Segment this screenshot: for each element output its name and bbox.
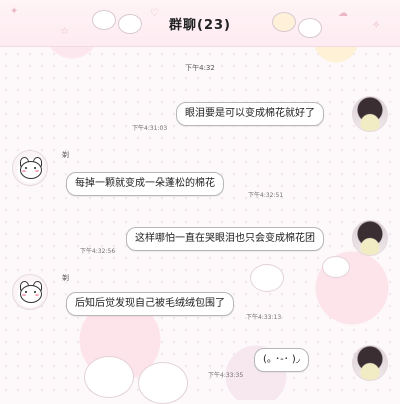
avatar-eye bbox=[25, 291, 27, 293]
sparkle-icon: ✧ bbox=[372, 20, 381, 31]
self-avatar[interactable] bbox=[352, 220, 388, 256]
message-timestamp: 下午4:33:35 bbox=[208, 372, 244, 379]
message-bubble[interactable]: 后知后觉发现自己被毛绒绒包围了 bbox=[66, 292, 234, 316]
self-avatar[interactable] bbox=[352, 96, 388, 132]
friend-avatar[interactable] bbox=[12, 150, 48, 186]
avatar-blush bbox=[35, 294, 39, 296]
avatar-eye bbox=[25, 167, 27, 169]
chat-header: ✦ ☆ ♡ 群聊(23) ☁ ✧ bbox=[0, 0, 400, 47]
chat-background bbox=[0, 0, 400, 400]
center-timestamp: 下午4:32 bbox=[185, 64, 215, 72]
avatar-blush bbox=[35, 170, 39, 172]
bunny-sticker bbox=[250, 264, 284, 292]
avatar-blush bbox=[22, 294, 26, 296]
bunny-sticker bbox=[84, 356, 134, 398]
cat-sticker bbox=[298, 18, 322, 38]
message-timestamp: 下午4:31:03 bbox=[132, 125, 168, 132]
message-timestamp: 下午4:33:13 bbox=[246, 314, 282, 321]
bunny-sticker bbox=[138, 362, 188, 404]
friend-avatar[interactable] bbox=[12, 274, 48, 310]
bunny-sticker bbox=[322, 256, 350, 278]
message-bubble[interactable]: 眼泪要是可以变成棉花就好了 bbox=[176, 102, 324, 126]
avatar-eye bbox=[34, 167, 36, 169]
avatar-eye bbox=[34, 291, 36, 293]
sender-name: 剃 bbox=[62, 151, 69, 159]
sender-name: 剃 bbox=[62, 274, 69, 282]
bear-sticker bbox=[272, 12, 296, 32]
message-bubble[interactable]: (｡ ･-･ )◞ bbox=[254, 348, 309, 372]
cloud-icon: ☁ bbox=[338, 8, 348, 19]
self-avatar[interactable] bbox=[352, 345, 388, 381]
message-timestamp: 下午4:32:51 bbox=[248, 192, 284, 199]
message-bubble[interactable]: 每掉一颗就变成一朵蓬松的棉花 bbox=[66, 172, 224, 196]
message-bubble[interactable]: 这样哪怕一直在哭眼泪也只会变成棉花团 bbox=[126, 227, 324, 251]
message-timestamp: 下午4:32:56 bbox=[80, 248, 116, 255]
avatar-blush bbox=[22, 170, 26, 172]
